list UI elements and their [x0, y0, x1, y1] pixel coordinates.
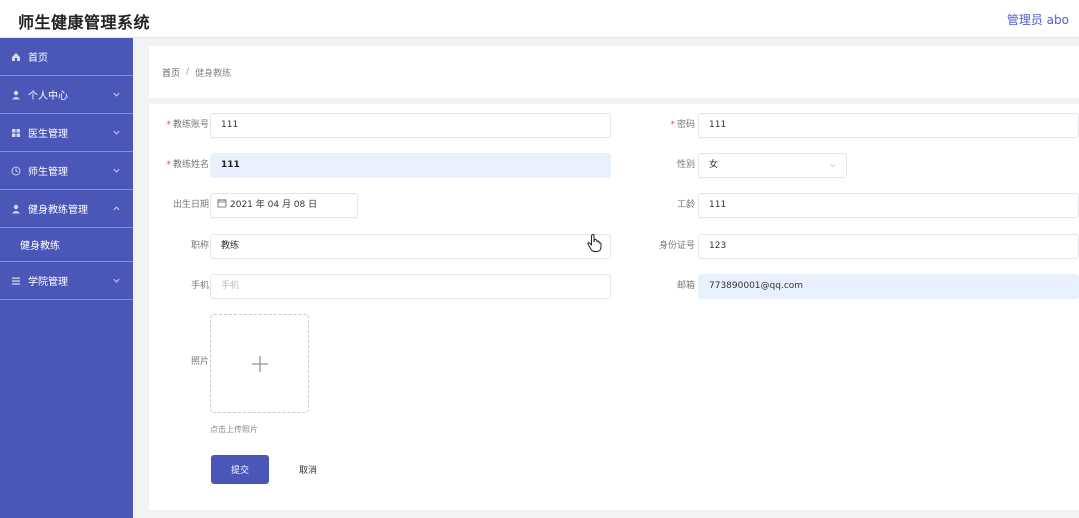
- sidebar: 首页 个人中心 医生管理 师生管理 健身教练管理 健身教练 学院管理: [0, 38, 133, 518]
- sidebar-item-label: 首页: [28, 53, 48, 64]
- chevron-down-icon: [113, 130, 120, 135]
- sidebar-item-teacher-student-management[interactable]: 师生管理: [0, 152, 133, 190]
- list-icon: [10, 275, 22, 287]
- chevron-down-icon: [113, 168, 120, 173]
- gender-label: 性别: [676, 160, 695, 170]
- birth-label: 出生日期: [172, 200, 209, 210]
- id-card-label: 身份证号: [658, 241, 695, 251]
- birth-date-value: 2021 年 04 月 08 日: [230, 200, 318, 210]
- name-input[interactable]: 111: [210, 153, 611, 178]
- user-icon: [10, 203, 22, 215]
- account-input[interactable]: 111: [210, 113, 611, 138]
- hand-pointer-icon: [587, 234, 602, 252]
- app-title: 师生健康管理系统: [18, 13, 151, 32]
- sidebar-item-fitness-coach-management[interactable]: 健身教练管理: [0, 190, 133, 228]
- job-title-input[interactable]: 教练: [210, 234, 611, 259]
- chevron-down-icon: [113, 92, 120, 97]
- sidebar-item-label: 医生管理: [28, 129, 68, 140]
- breadcrumb-home[interactable]: 首页: [162, 66, 180, 79]
- password-label: * 密码: [670, 120, 695, 130]
- upload-hint: 点击上传照片: [210, 425, 258, 434]
- sidebar-item-home[interactable]: 首页: [0, 38, 133, 76]
- required-mark: *: [166, 160, 171, 170]
- breadcrumb: 首页 / 健身教练: [149, 46, 1079, 98]
- phone-input[interactable]: 手机: [210, 274, 611, 299]
- account-label: * 教练账号: [166, 120, 209, 130]
- user-icon: [10, 89, 22, 101]
- cancel-button[interactable]: 取消: [283, 455, 333, 484]
- email-input[interactable]: 773890001@qq.com: [698, 274, 1079, 299]
- sidebar-subitem-label: 健身教练: [20, 241, 60, 252]
- photo-label: 照片: [190, 357, 209, 367]
- home-icon: [10, 51, 22, 63]
- top-header: 师生健康管理系统 管理员 abo: [0, 0, 1079, 38]
- grid-icon: [10, 127, 22, 139]
- chevron-up-icon: [113, 206, 120, 211]
- breadcrumb-current: 健身教练: [195, 68, 232, 79]
- sidebar-subitem-fitness-coach[interactable]: 健身教练: [0, 228, 133, 262]
- clock-icon: [10, 165, 22, 177]
- gender-select[interactable]: 女: [698, 153, 847, 178]
- email-label: 邮箱: [676, 281, 695, 291]
- chevron-down-icon: [113, 278, 120, 283]
- sidebar-item-label: 学院管理: [28, 277, 68, 288]
- password-input[interactable]: 111: [698, 113, 1079, 138]
- required-mark: *: [166, 120, 171, 130]
- job-title-label: 职称: [190, 241, 209, 251]
- phone-label: 手机: [190, 281, 209, 291]
- chevron-down-icon: [830, 164, 835, 168]
- submit-button[interactable]: 提交: [211, 455, 269, 484]
- current-user[interactable]: 管理员 abo: [1007, 11, 1069, 28]
- required-mark: *: [670, 120, 675, 130]
- seniority-input[interactable]: 111: [698, 193, 1079, 218]
- photo-upload[interactable]: [210, 314, 309, 413]
- name-label: * 教练姓名: [166, 160, 209, 170]
- gender-value: 女: [709, 160, 719, 170]
- sidebar-item-college-management[interactable]: 学院管理: [0, 262, 133, 300]
- id-card-input[interactable]: 123: [698, 234, 1079, 259]
- sidebar-item-personal-center[interactable]: 个人中心: [0, 76, 133, 114]
- calendar-icon: [217, 199, 227, 208]
- birth-date-picker[interactable]: 2021 年 04 月 08 日: [210, 193, 358, 218]
- plus-icon: [251, 355, 268, 372]
- breadcrumb-separator: /: [186, 67, 190, 77]
- sidebar-item-label: 健身教练管理: [28, 205, 88, 216]
- sidebar-item-label: 个人中心: [28, 91, 68, 102]
- seniority-label: 工龄: [676, 200, 695, 210]
- sidebar-item-doctor-management[interactable]: 医生管理: [0, 114, 133, 152]
- coach-form: * 教练账号 111 * 密码 111 * 教练姓名 111 性别 女 出生日期 20…: [149, 104, 1079, 510]
- sidebar-item-label: 师生管理: [28, 167, 68, 178]
